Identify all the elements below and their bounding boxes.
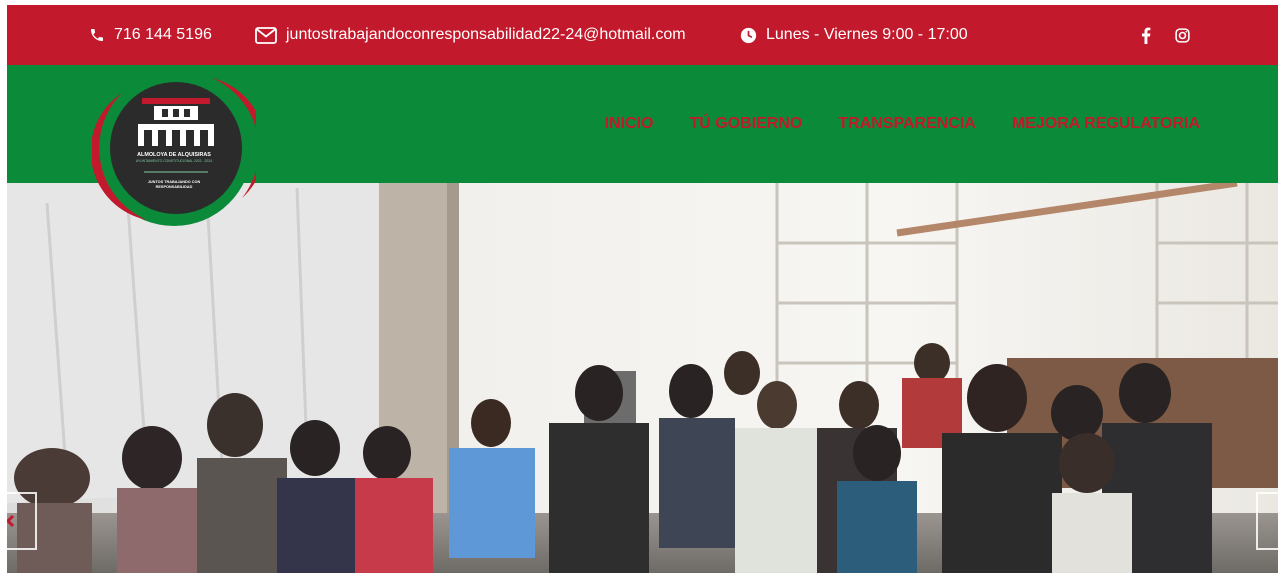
- municipality-logo[interactable]: ALMOLOYA DE ALQUISIRAS AYUNTAMIENTO CONS…: [90, 68, 266, 228]
- hero-slider-image: [7, 183, 1278, 573]
- main-nav: INICIO TÚ GOBIERNO TRANSPARENCIA MEJORA …: [605, 65, 1200, 183]
- instagram-link[interactable]: [1175, 5, 1190, 65]
- page: 716 144 5196 juntostrabajandoconresponsa…: [0, 0, 1278, 573]
- phone-number: 716 144 5196: [114, 26, 212, 43]
- logo-motto: JUNTOS TRABAJANDO CON RESPONSABILIDAD: [147, 180, 201, 189]
- hero-photo: [7, 183, 1278, 573]
- slider-prev-button[interactable]: [5, 492, 37, 550]
- nav-tu-gobierno[interactable]: TÚ GOBIERNO: [689, 115, 802, 133]
- clock-icon: [740, 27, 757, 43]
- email-address: juntostrabajandoconresponsabilidad22-24@…: [286, 26, 686, 43]
- phone-icon: [91, 29, 103, 41]
- slider-next-button[interactable]: [1256, 492, 1278, 550]
- office-hours: Lunes - Viernes 9:00 - 17:00: [740, 5, 968, 65]
- email-contact[interactable]: juntostrabajandoconresponsabilidad22-24@…: [255, 5, 686, 65]
- office-hours-text: Lunes - Viernes 9:00 - 17:00: [766, 26, 968, 43]
- top-contact-bar: 716 144 5196 juntostrabajandoconresponsa…: [7, 5, 1278, 65]
- nav-inicio[interactable]: INICIO: [605, 115, 654, 133]
- nav-mejora-regulatoria[interactable]: MEJORA REGULATORIA: [1012, 115, 1200, 133]
- logo-subtitle: AYUNTAMIENTO CONSTITUCIONAL 2022 - 2024: [135, 159, 213, 163]
- logo-emblem: [90, 70, 266, 226]
- logo-title: ALMOLOYA DE ALQUISIRAS: [137, 152, 211, 158]
- instagram-icon: [1175, 27, 1190, 43]
- chevron-left-icon: [5, 514, 15, 528]
- phone-contact[interactable]: 716 144 5196: [89, 5, 212, 65]
- nav-transparencia[interactable]: TRANSPARENCIA: [838, 115, 975, 133]
- envelope-icon: [255, 26, 277, 44]
- facebook-link[interactable]: [1141, 5, 1151, 65]
- facebook-icon: [1141, 27, 1151, 44]
